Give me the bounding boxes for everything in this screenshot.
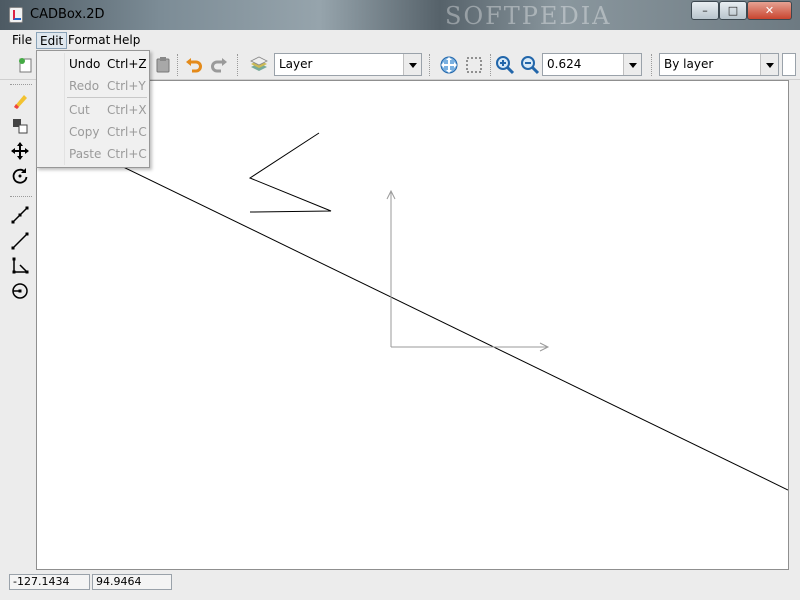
menu-format[interactable]: Format <box>65 32 113 49</box>
palette-separator <box>10 84 32 85</box>
menu-edit[interactable]: Edit <box>36 32 68 49</box>
linetype-select[interactable]: By layer <box>659 53 779 76</box>
x-coordinate: -127.1434 <box>9 574 90 590</box>
title-bar: SOFTPEDIA CADBox.2D – □ ✕ <box>0 0 800 30</box>
window-title: CADBox.2D <box>30 7 105 22</box>
menu-item-copy[interactable]: Copy Ctrl+C <box>38 121 148 143</box>
palette-separator <box>10 196 32 197</box>
menu-item-shortcut: Ctrl+C <box>107 147 147 161</box>
pan-icon[interactable] <box>437 53 461 77</box>
menu-item-label: Cut <box>69 103 90 117</box>
paste-icon[interactable] <box>151 53 175 77</box>
layer-select[interactable]: Layer <box>274 53 422 76</box>
menu-item-paste[interactable]: Paste Ctrl+C <box>38 143 148 165</box>
menu-item-shortcut: Ctrl+X <box>107 103 147 117</box>
toolbar-separator <box>429 54 430 76</box>
rotate-icon[interactable] <box>8 165 32 187</box>
toolbar-separator <box>237 54 238 76</box>
chevron-down-icon[interactable] <box>760 54 778 75</box>
menu-item-shortcut: Ctrl+Y <box>107 79 146 93</box>
drawn-line[interactable] <box>110 160 788 491</box>
status-bar: -127.1434 94.9464 <box>0 572 800 600</box>
close-button[interactable]: ✕ <box>747 1 792 20</box>
y-coordinate: 94.9464 <box>92 574 172 590</box>
zoom-in-icon[interactable] <box>493 53 517 77</box>
menu-item-undo[interactable]: Undo Ctrl+Z <box>38 53 148 75</box>
maximize-button[interactable]: □ <box>719 1 747 20</box>
new-icon[interactable] <box>14 53 38 77</box>
toolbar-separator <box>490 54 491 76</box>
toolbar-separator <box>177 54 178 76</box>
menu-item-shortcut: Ctrl+C <box>107 125 147 139</box>
dimension-line-icon[interactable] <box>8 204 32 226</box>
layers-icon[interactable] <box>247 53 271 77</box>
menu-item-shortcut: Ctrl+Z <box>107 57 147 71</box>
redo-icon[interactable] <box>207 53 231 77</box>
chevron-down-icon[interactable] <box>623 54 641 75</box>
menu-item-label: Undo <box>69 57 101 71</box>
drawn-polyline[interactable] <box>248 132 332 213</box>
undo-icon[interactable] <box>182 53 206 77</box>
chevron-down-icon[interactable] <box>403 54 421 75</box>
menu-item-label: Paste <box>69 147 102 161</box>
move-icon[interactable] <box>8 140 32 162</box>
polyline-icon[interactable] <box>8 255 32 277</box>
zoom-select-value: 0.624 <box>547 57 582 71</box>
menu-help[interactable]: Help <box>110 32 143 49</box>
menu-item-label: Copy <box>69 125 100 139</box>
line-icon[interactable] <box>8 230 32 252</box>
copy-objects-icon[interactable] <box>8 115 32 137</box>
layer-select-value: Layer <box>279 57 313 71</box>
eraser-icon[interactable] <box>8 90 32 112</box>
menu-item-label: Redo <box>69 79 100 93</box>
menu-file[interactable]: File <box>9 32 35 49</box>
linetype-select-value: By layer <box>664 57 714 71</box>
zoom-select[interactable]: 0.624 <box>542 53 642 76</box>
tool-palette <box>0 80 36 570</box>
app-icon[interactable] <box>9 7 23 23</box>
circle-icon[interactable] <box>8 280 32 302</box>
menu-item-redo[interactable]: Redo Ctrl+Y <box>38 75 148 97</box>
lineweight-select[interactable] <box>782 53 796 76</box>
menu-separator <box>67 97 147 98</box>
menu-item-cut[interactable]: Cut Ctrl+X <box>38 99 148 121</box>
softpedia-watermark: SOFTPEDIA <box>445 2 612 30</box>
zoom-window-icon[interactable] <box>462 53 486 77</box>
ucs-axis-icon <box>386 189 550 352</box>
menu-bar: File Edit Format Help <box>0 30 800 50</box>
edit-menu-dropdown: Undo Ctrl+Z Redo Ctrl+Y Cut Ctrl+X Copy … <box>36 50 150 168</box>
minimize-button[interactable]: – <box>691 1 719 20</box>
toolbar-separator <box>651 54 652 76</box>
zoom-out-icon[interactable] <box>518 53 542 77</box>
